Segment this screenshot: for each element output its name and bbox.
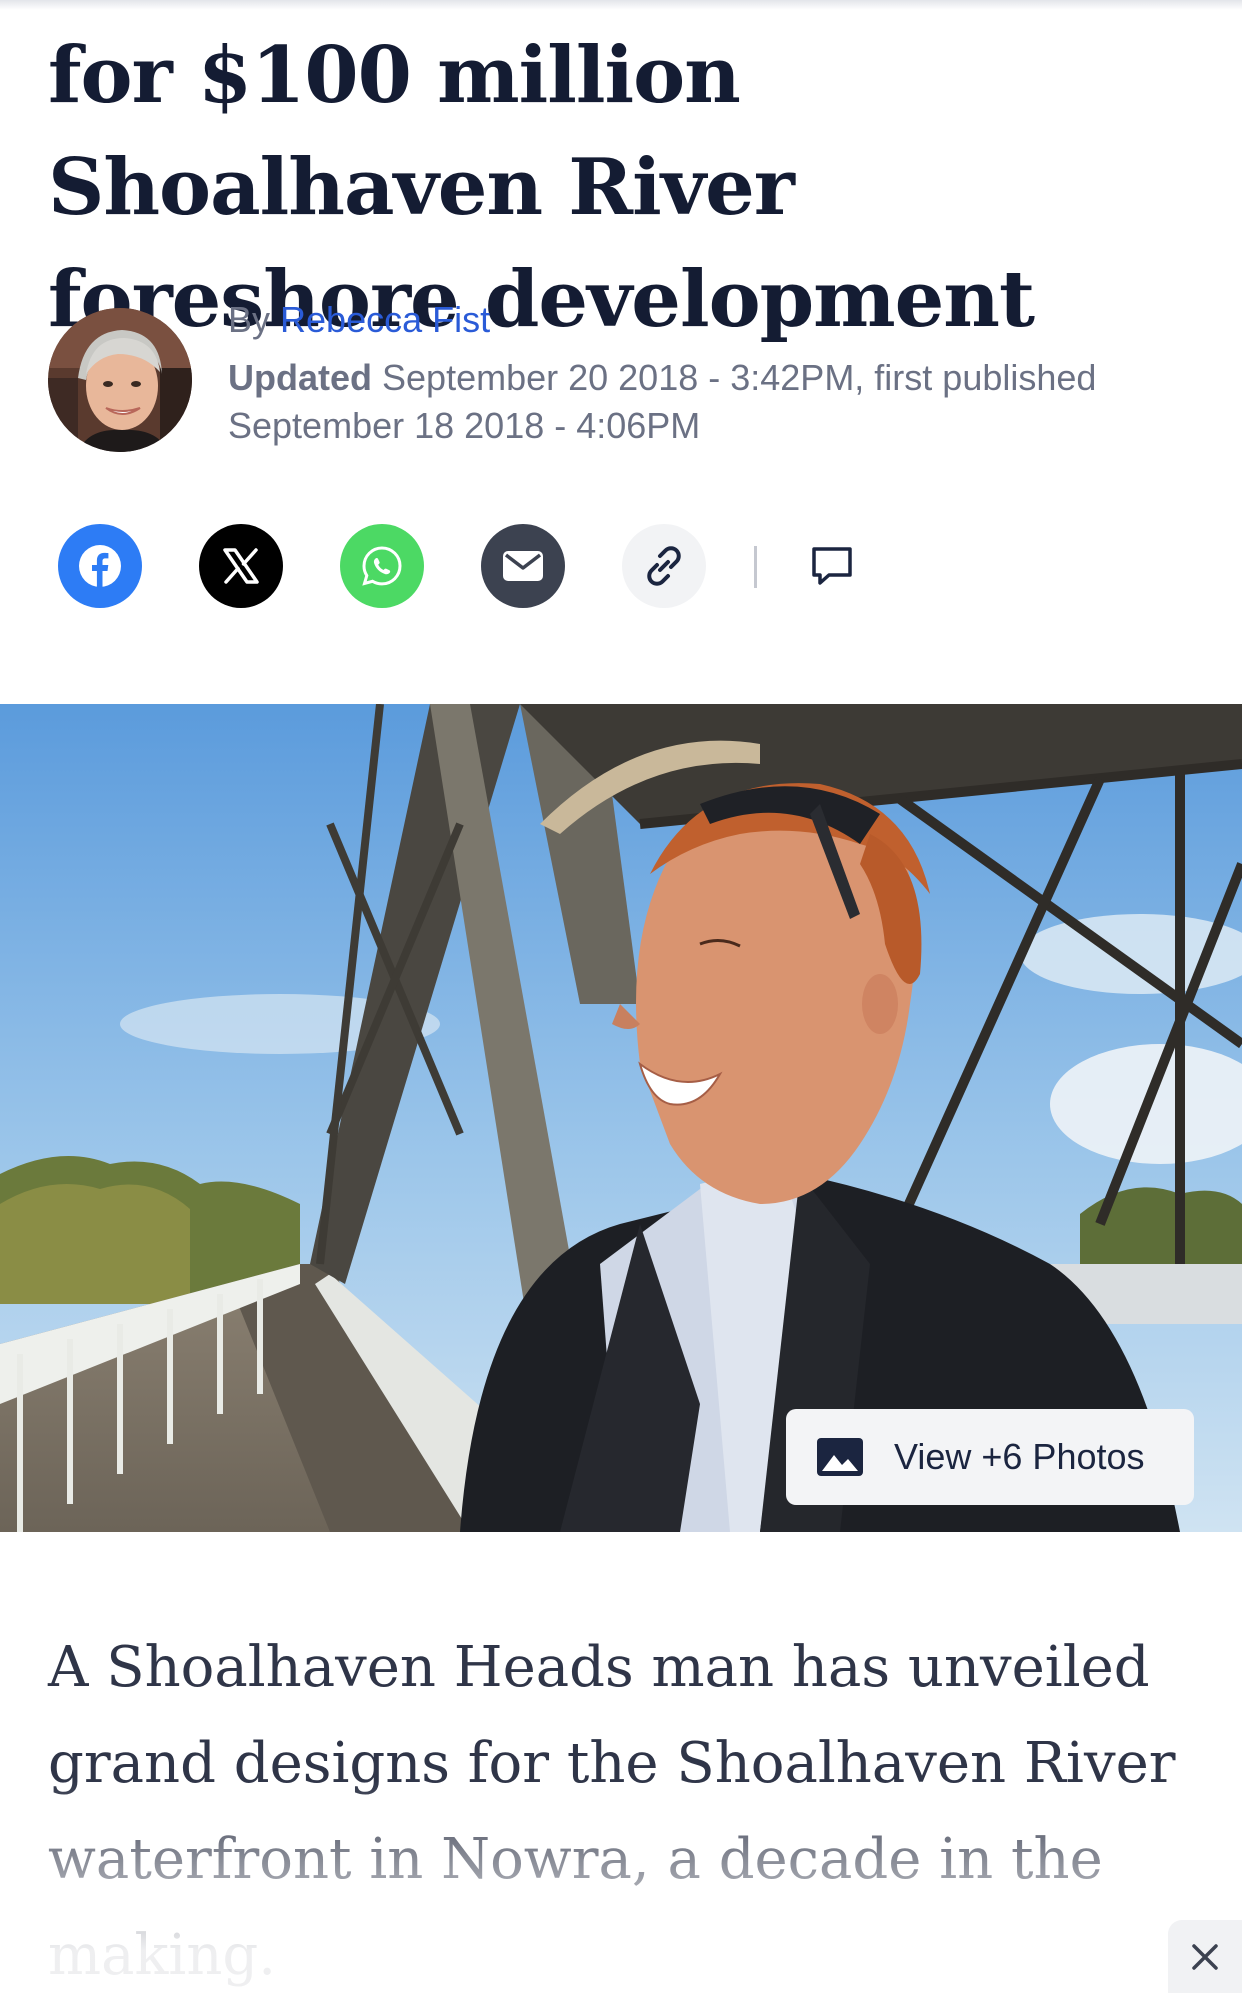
comment-icon — [812, 547, 852, 585]
facebook-share-button[interactable] — [58, 524, 142, 608]
image-icon — [817, 1438, 863, 1476]
updated-label: Updated — [228, 357, 372, 398]
x-icon — [223, 548, 259, 584]
link-icon — [647, 546, 681, 586]
share-bar — [58, 524, 1058, 608]
share-divider — [754, 546, 757, 588]
close-overlay-button[interactable] — [1168, 1920, 1242, 1993]
view-photos-label: View +6 Photos — [894, 1436, 1145, 1477]
article-lead: A Shoalhaven Heads man has unveiled gran… — [48, 1635, 1176, 1988]
comments-button[interactable] — [804, 538, 860, 594]
hero-image[interactable] — [0, 704, 1242, 1532]
mail-icon — [503, 551, 543, 581]
hero-photo — [0, 704, 1242, 1532]
close-icon — [1192, 1943, 1218, 1970]
facebook-icon — [79, 545, 121, 587]
copy-link-button[interactable] — [622, 524, 706, 608]
top-bar-shadow — [0, 0, 1242, 10]
byline: By Rebecca Fist Updated September 20 201… — [228, 298, 1208, 450]
x-share-button[interactable] — [199, 524, 283, 608]
author-link[interactable]: Rebecca Fist — [280, 299, 490, 340]
email-share-button[interactable] — [481, 524, 565, 608]
publish-dates: Updated September 20 2018 - 3:42PM, firs… — [228, 354, 1208, 450]
author-avatar[interactable] — [48, 308, 192, 452]
whatsapp-icon — [362, 546, 402, 586]
byline-prefix: By — [228, 299, 271, 340]
view-photos-button[interactable]: View +6 Photos — [786, 1409, 1194, 1505]
whatsapp-share-button[interactable] — [340, 524, 424, 608]
